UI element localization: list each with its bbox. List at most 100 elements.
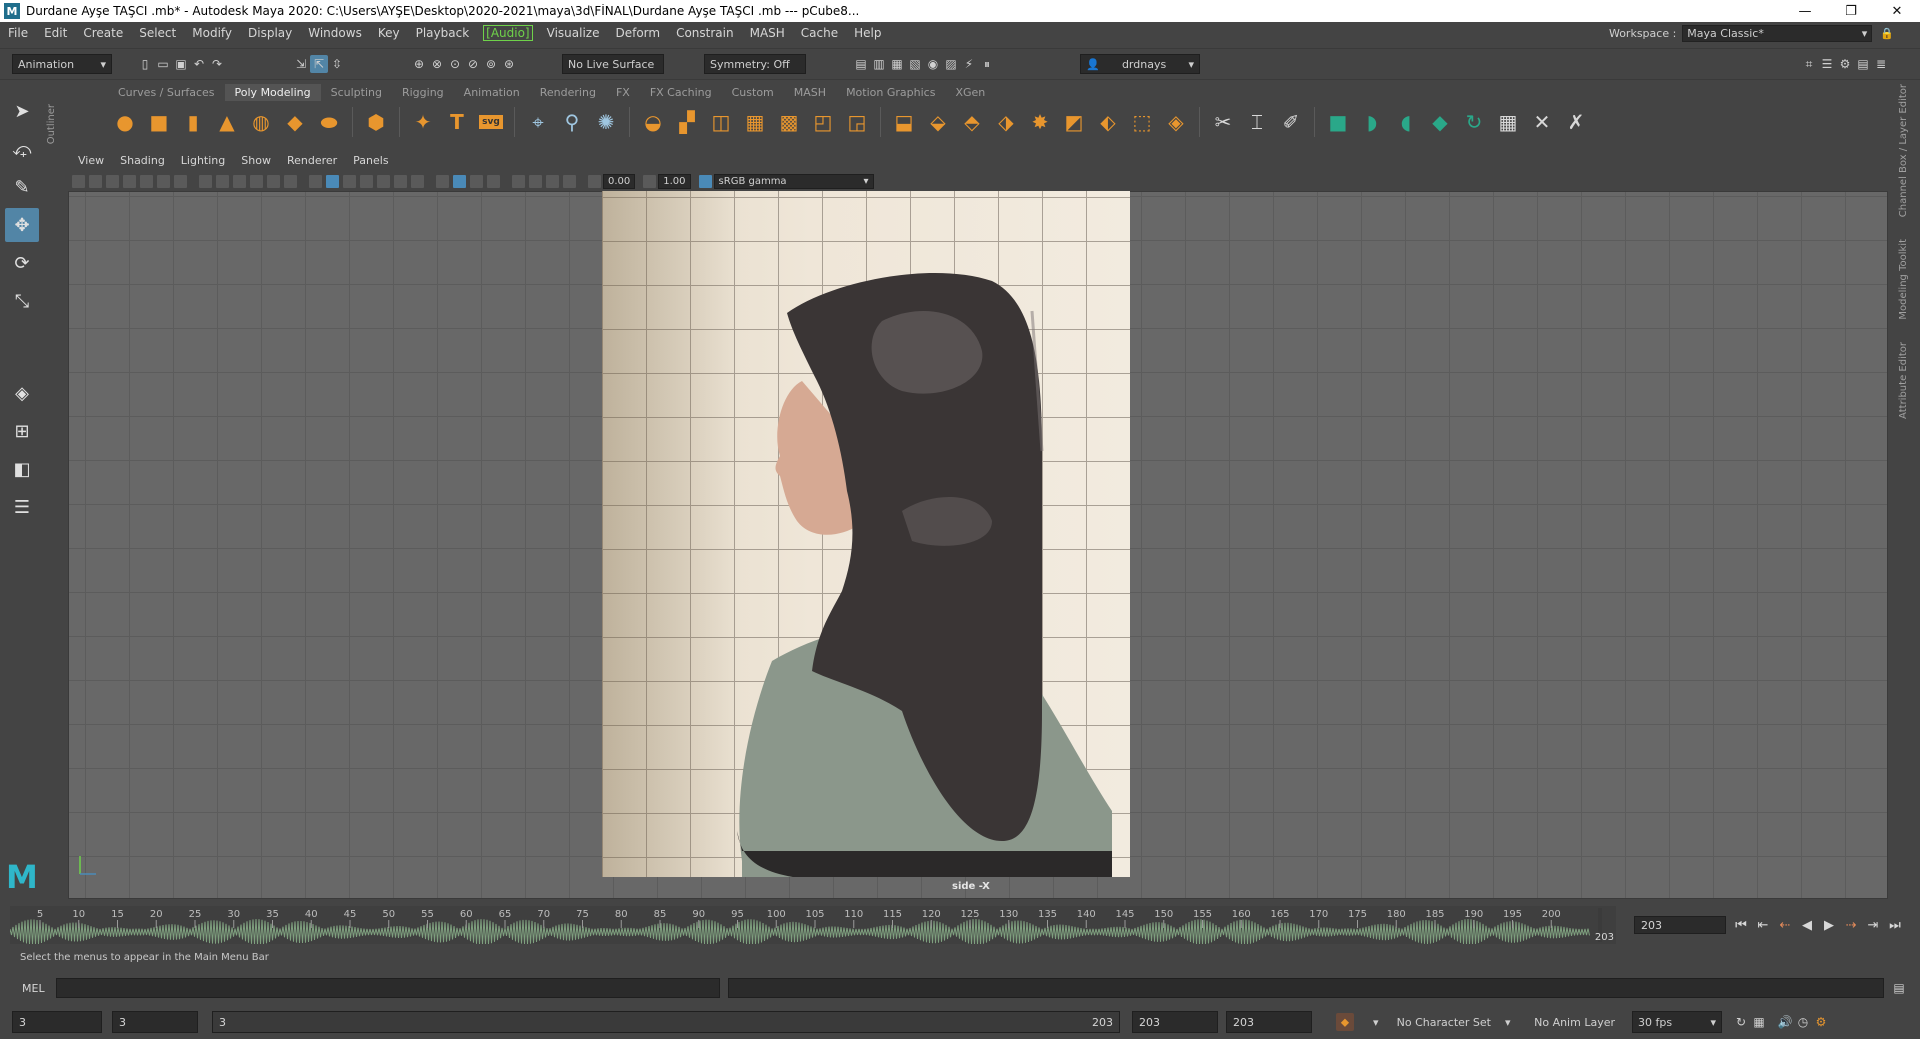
exposure-icon[interactable] [588,174,601,188]
step-back-frame-icon[interactable]: ⇠ [1774,914,1796,936]
ipr-render-icon[interactable]: ▦ [888,55,906,73]
exposure-field[interactable]: 0.00 [603,173,636,189]
reduce-icon[interactable]: ◰ [808,107,838,137]
panel-menu-view[interactable]: View [70,154,112,170]
gamma-field[interactable]: 1.00 [658,173,691,189]
current-frame-field[interactable]: 203 [1634,916,1726,934]
resolution-gate-icon[interactable] [174,174,187,188]
scale-tool-icon[interactable]: ⤡ [5,284,39,318]
panel-menu-lighting[interactable]: Lighting [173,154,233,170]
shadows-icon[interactable] [360,174,373,188]
shelf-tab-sculpting[interactable]: Sculpting [321,84,392,101]
menu-select[interactable]: Select [131,26,184,40]
wireframe-icon[interactable] [284,174,297,188]
modeling-toolkit-icon[interactable]: ⌗ [1800,55,1818,73]
snap-curve-icon[interactable]: ⊗ [428,55,446,73]
uv-unfold-icon[interactable]: ✕ [1527,107,1557,137]
append-polygon-icon[interactable]: ⬗ [991,107,1021,137]
panel-menu-renderer[interactable]: Renderer [279,154,345,170]
bridge-edge-icon[interactable]: ⬘ [957,107,987,137]
rotate-tool-icon[interactable]: ⟳ [5,246,39,280]
shelf-tab-curves-surfaces[interactable]: Curves / Surfaces [108,84,225,101]
extrude-icon[interactable]: ⬓ [889,107,919,137]
default-lighting-icon[interactable] [343,174,356,188]
chamfer-icon[interactable]: ⬖ [1093,107,1123,137]
xray-icon[interactable] [453,174,466,188]
tab-channel-box[interactable]: Channel Box / Layer Editor [1898,84,1909,217]
poly-cube-icon[interactable]: ■ [144,107,174,137]
character-model[interactable] [602,191,1130,877]
menu-audio[interactable]: [Audio] [483,25,533,41]
poke-icon[interactable]: ✸ [1025,107,1055,137]
layer-editor-icon[interactable]: ≣ [1872,55,1890,73]
lock-icon[interactable]: 🔒 [1880,27,1894,40]
menu-windows[interactable]: Windows [300,26,370,40]
xray-joints-icon[interactable] [470,174,483,188]
redo-icon[interactable]: ↷ [208,55,226,73]
render-settings-icon[interactable]: ▧ [906,55,924,73]
platonic-solid-icon[interactable]: ⬢ [361,107,391,137]
gate-mask-icon[interactable] [216,174,229,188]
shelf-tab-fx-caching[interactable]: FX Caching [640,84,722,101]
film-gate-icon[interactable] [157,174,170,188]
safe-action-icon[interactable] [250,174,263,188]
two-sided-lighting-icon[interactable] [546,174,559,188]
smooth-shade-icon[interactable] [309,174,322,188]
outliner-strip[interactable]: Outliner [46,84,60,244]
menu-help[interactable]: Help [846,26,889,40]
bevel-icon[interactable]: ⬙ [923,107,953,137]
poly-torus-icon[interactable]: ◍ [246,107,276,137]
menu-modify[interactable]: Modify [184,26,240,40]
menu-cache[interactable]: Cache [793,26,846,40]
extract-icon[interactable]: ◫ [706,107,736,137]
type-tool-icon[interactable]: T [442,107,472,137]
shelf-tab-poly-modeling[interactable]: Poly Modeling [224,84,321,101]
tool-settings-icon[interactable]: ⚙ [1836,55,1854,73]
mirror-icon[interactable]: ▞ [672,107,702,137]
textured-icon[interactable] [326,174,339,188]
menu-visualize[interactable]: Visualize [539,26,608,40]
tab-attribute-editor[interactable]: Attribute Editor [1898,342,1909,419]
snap-grid-icon[interactable]: ⊕ [410,55,428,73]
menu-set-dropdown[interactable]: Animation ▾ [12,54,112,74]
uv-cylindrical-icon[interactable]: ◗ [1357,107,1387,137]
time-slider[interactable]: 5 10 15 20 25 30 35 40 45 50 55 60 65 70 75 80 85 90 95 100… [10,906,1616,944]
animation-preferences-icon[interactable]: ⚙ [1812,1013,1830,1031]
motion-blur-icon[interactable] [394,174,407,188]
shelf-tab-mash[interactable]: MASH [784,84,836,101]
character-set-dropdown[interactable]: ▾ No Character Set [1368,1011,1496,1033]
tab-modeling-toolkit[interactable]: Modeling Toolkit [1898,239,1909,320]
snap-view-icon[interactable]: ⊘ [464,55,482,73]
save-scene-icon[interactable]: ▣ [172,55,190,73]
step-back-key-icon[interactable]: ⇤ [1752,914,1774,936]
play-backwards-icon[interactable]: ◀ [1796,914,1818,936]
menu-file[interactable]: File [0,26,36,40]
light-editor-icon[interactable]: ⚡ [960,55,978,73]
camera-bookmark-icon[interactable] [89,174,102,188]
uv-editor-icon[interactable]: ▦ [1493,107,1523,137]
color-space-dropdown[interactable]: sRGB gamma ▾ [713,173,874,189]
select-camera-icon[interactable] [512,174,525,188]
outliner-layout-icon[interactable]: ☰ [5,490,39,524]
crease-icon[interactable]: ◈ [1161,107,1191,137]
grid-icon[interactable] [199,174,212,188]
shelf-tab-xgen[interactable]: XGen [945,84,995,101]
step-forward-frame-icon[interactable]: ⇢ [1840,914,1862,936]
go-to-end-icon[interactable]: ⏭ [1884,914,1906,936]
color-management-icon[interactable] [698,174,712,188]
uv-automatic-icon[interactable]: ◆ [1425,107,1455,137]
isolate-select-icon[interactable] [436,174,449,188]
hypershade-icon[interactable]: ◉ [924,55,942,73]
menu-create[interactable]: Create [75,26,131,40]
shelf-tab-fx[interactable]: FX [606,84,640,101]
uv-cut-icon[interactable]: ↻ [1459,107,1489,137]
paint-select-tool-icon[interactable]: ✎ [5,170,39,204]
command-language-label[interactable]: MEL [0,982,56,995]
menu-display[interactable]: Display [240,26,300,40]
snap-surface-icon[interactable]: ⊚ [482,55,500,73]
grease-pencil-icon[interactable] [140,174,153,188]
super-shape-icon[interactable]: ✦ [408,107,438,137]
step-forward-key-icon[interactable]: ⇥ [1862,914,1884,936]
xray-active-icon[interactable] [487,174,500,188]
field-chart-icon[interactable] [233,174,246,188]
